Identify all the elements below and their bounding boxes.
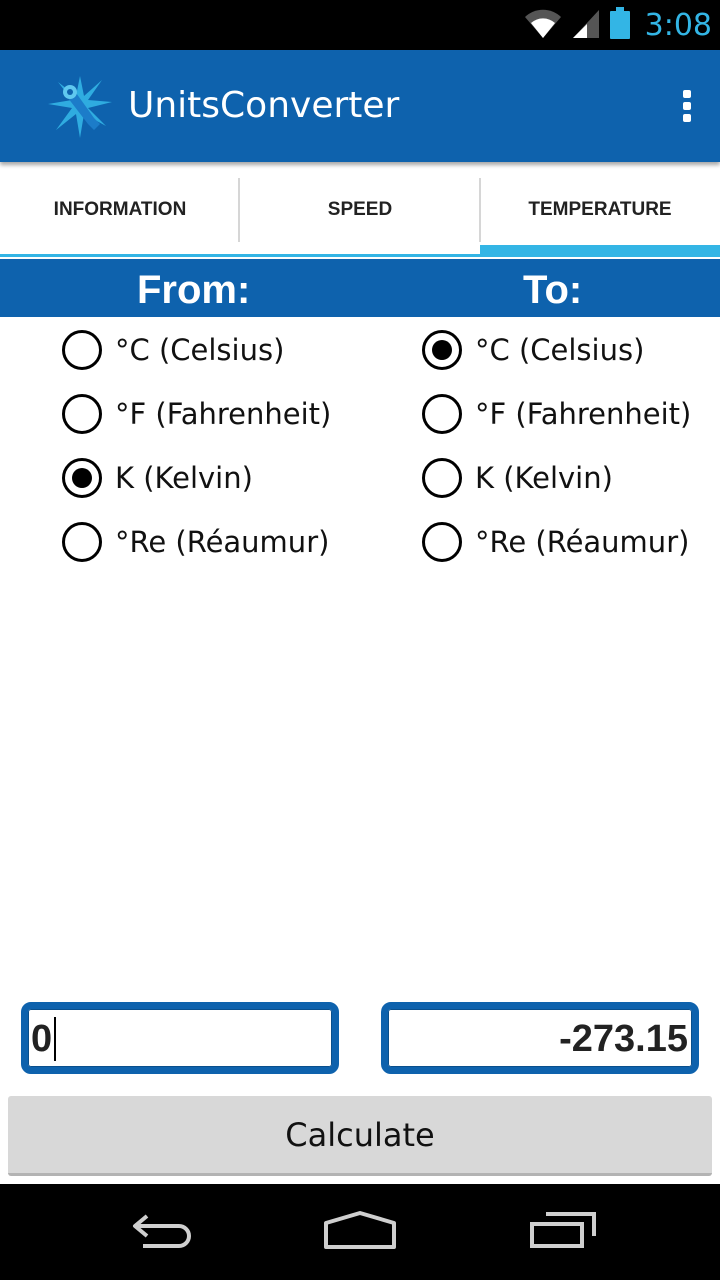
tab-underline — [240, 254, 480, 257]
overflow-menu-icon — [683, 90, 691, 98]
radio-label: °Re (Réaumur) — [475, 525, 690, 559]
action-bar: UnitsConverter — [0, 50, 720, 162]
overflow-menu-icon-dot — [683, 102, 691, 110]
status-time: 3:08 — [644, 7, 712, 43]
from-option-celsius[interactable]: °C (Celsius) — [62, 325, 284, 375]
wifi-icon — [523, 7, 563, 44]
from-option-reaumur[interactable]: °Re (Réaumur) — [62, 517, 329, 567]
back-button[interactable] — [115, 1202, 205, 1262]
home-icon — [322, 1209, 398, 1256]
from-heading: From: — [137, 268, 251, 312]
radio-button[interactable] — [62, 330, 102, 370]
from-option-fahrenheit[interactable]: °F (Fahrenheit) — [62, 389, 331, 439]
overflow-menu-button[interactable] — [672, 84, 702, 128]
calculate-button[interactable]: Calculate — [8, 1096, 712, 1176]
tab-temperature[interactable]: TEMPERATURE — [480, 162, 720, 257]
status-bar: 3:08 — [0, 0, 720, 50]
radio-button[interactable] — [422, 458, 462, 498]
to-heading: To: — [523, 268, 583, 312]
calculate-button-label: Calculate — [285, 1115, 435, 1154]
input-value-field[interactable]: 0 — [21, 1002, 339, 1074]
result-value-field[interactable]: -273.15 — [381, 1002, 699, 1074]
radio-button[interactable] — [422, 522, 462, 562]
radio-label: K (Kelvin) — [115, 461, 253, 495]
recent-apps-button[interactable] — [517, 1202, 607, 1262]
from-to-header: From: To: — [0, 259, 720, 317]
tab-underline — [0, 254, 240, 257]
navigation-bar — [0, 1184, 720, 1280]
tab-speed[interactable]: SPEED — [240, 162, 480, 257]
recent-apps-icon — [526, 1210, 598, 1255]
tab-label: INFORMATION — [53, 198, 187, 220]
app-logo-icon — [44, 70, 116, 142]
back-icon — [125, 1210, 195, 1255]
tab-information[interactable]: INFORMATION — [0, 162, 240, 257]
overflow-menu-icon-dot — [683, 114, 691, 122]
to-option-celsius[interactable]: °C (Celsius) — [422, 325, 644, 375]
app-title: UnitsConverter — [128, 85, 400, 126]
result-value-text: -273.15 — [559, 1018, 688, 1060]
radio-button-checked[interactable] — [422, 330, 462, 370]
to-option-fahrenheit[interactable]: °F (Fahrenheit) — [422, 389, 691, 439]
radio-button-checked[interactable] — [62, 458, 102, 498]
radio-label: °Re (Réaumur) — [115, 525, 330, 559]
radio-label: °F (Fahrenheit) — [115, 397, 332, 431]
tab-bar: INFORMATION SPEED TEMPERATURE — [0, 162, 720, 257]
radio-button[interactable] — [422, 394, 462, 434]
radio-label: °C (Celsius) — [115, 333, 285, 367]
battery-icon — [609, 6, 631, 45]
tab-label: TEMPERATURE — [528, 198, 672, 220]
tab-divider — [238, 178, 240, 242]
input-value-text: 0 — [31, 1018, 53, 1060]
tab-label: SPEED — [327, 198, 393, 220]
radio-button[interactable] — [62, 522, 102, 562]
signal-icon — [571, 7, 601, 44]
from-option-kelvin[interactable]: K (Kelvin) — [62, 453, 253, 503]
text-cursor — [54, 1017, 56, 1061]
to-option-reaumur[interactable]: °Re (Réaumur) — [422, 517, 689, 567]
radio-label: K (Kelvin) — [475, 461, 613, 495]
radio-label: °C (Celsius) — [475, 333, 645, 367]
tab-divider — [479, 178, 481, 242]
status-icons: 3:08 — [523, 0, 712, 50]
home-button[interactable] — [315, 1202, 405, 1262]
radio-button[interactable] — [62, 394, 102, 434]
to-option-kelvin[interactable]: K (Kelvin) — [422, 453, 613, 503]
tab-active-indicator — [480, 245, 720, 257]
radio-label: °F (Fahrenheit) — [475, 397, 692, 431]
